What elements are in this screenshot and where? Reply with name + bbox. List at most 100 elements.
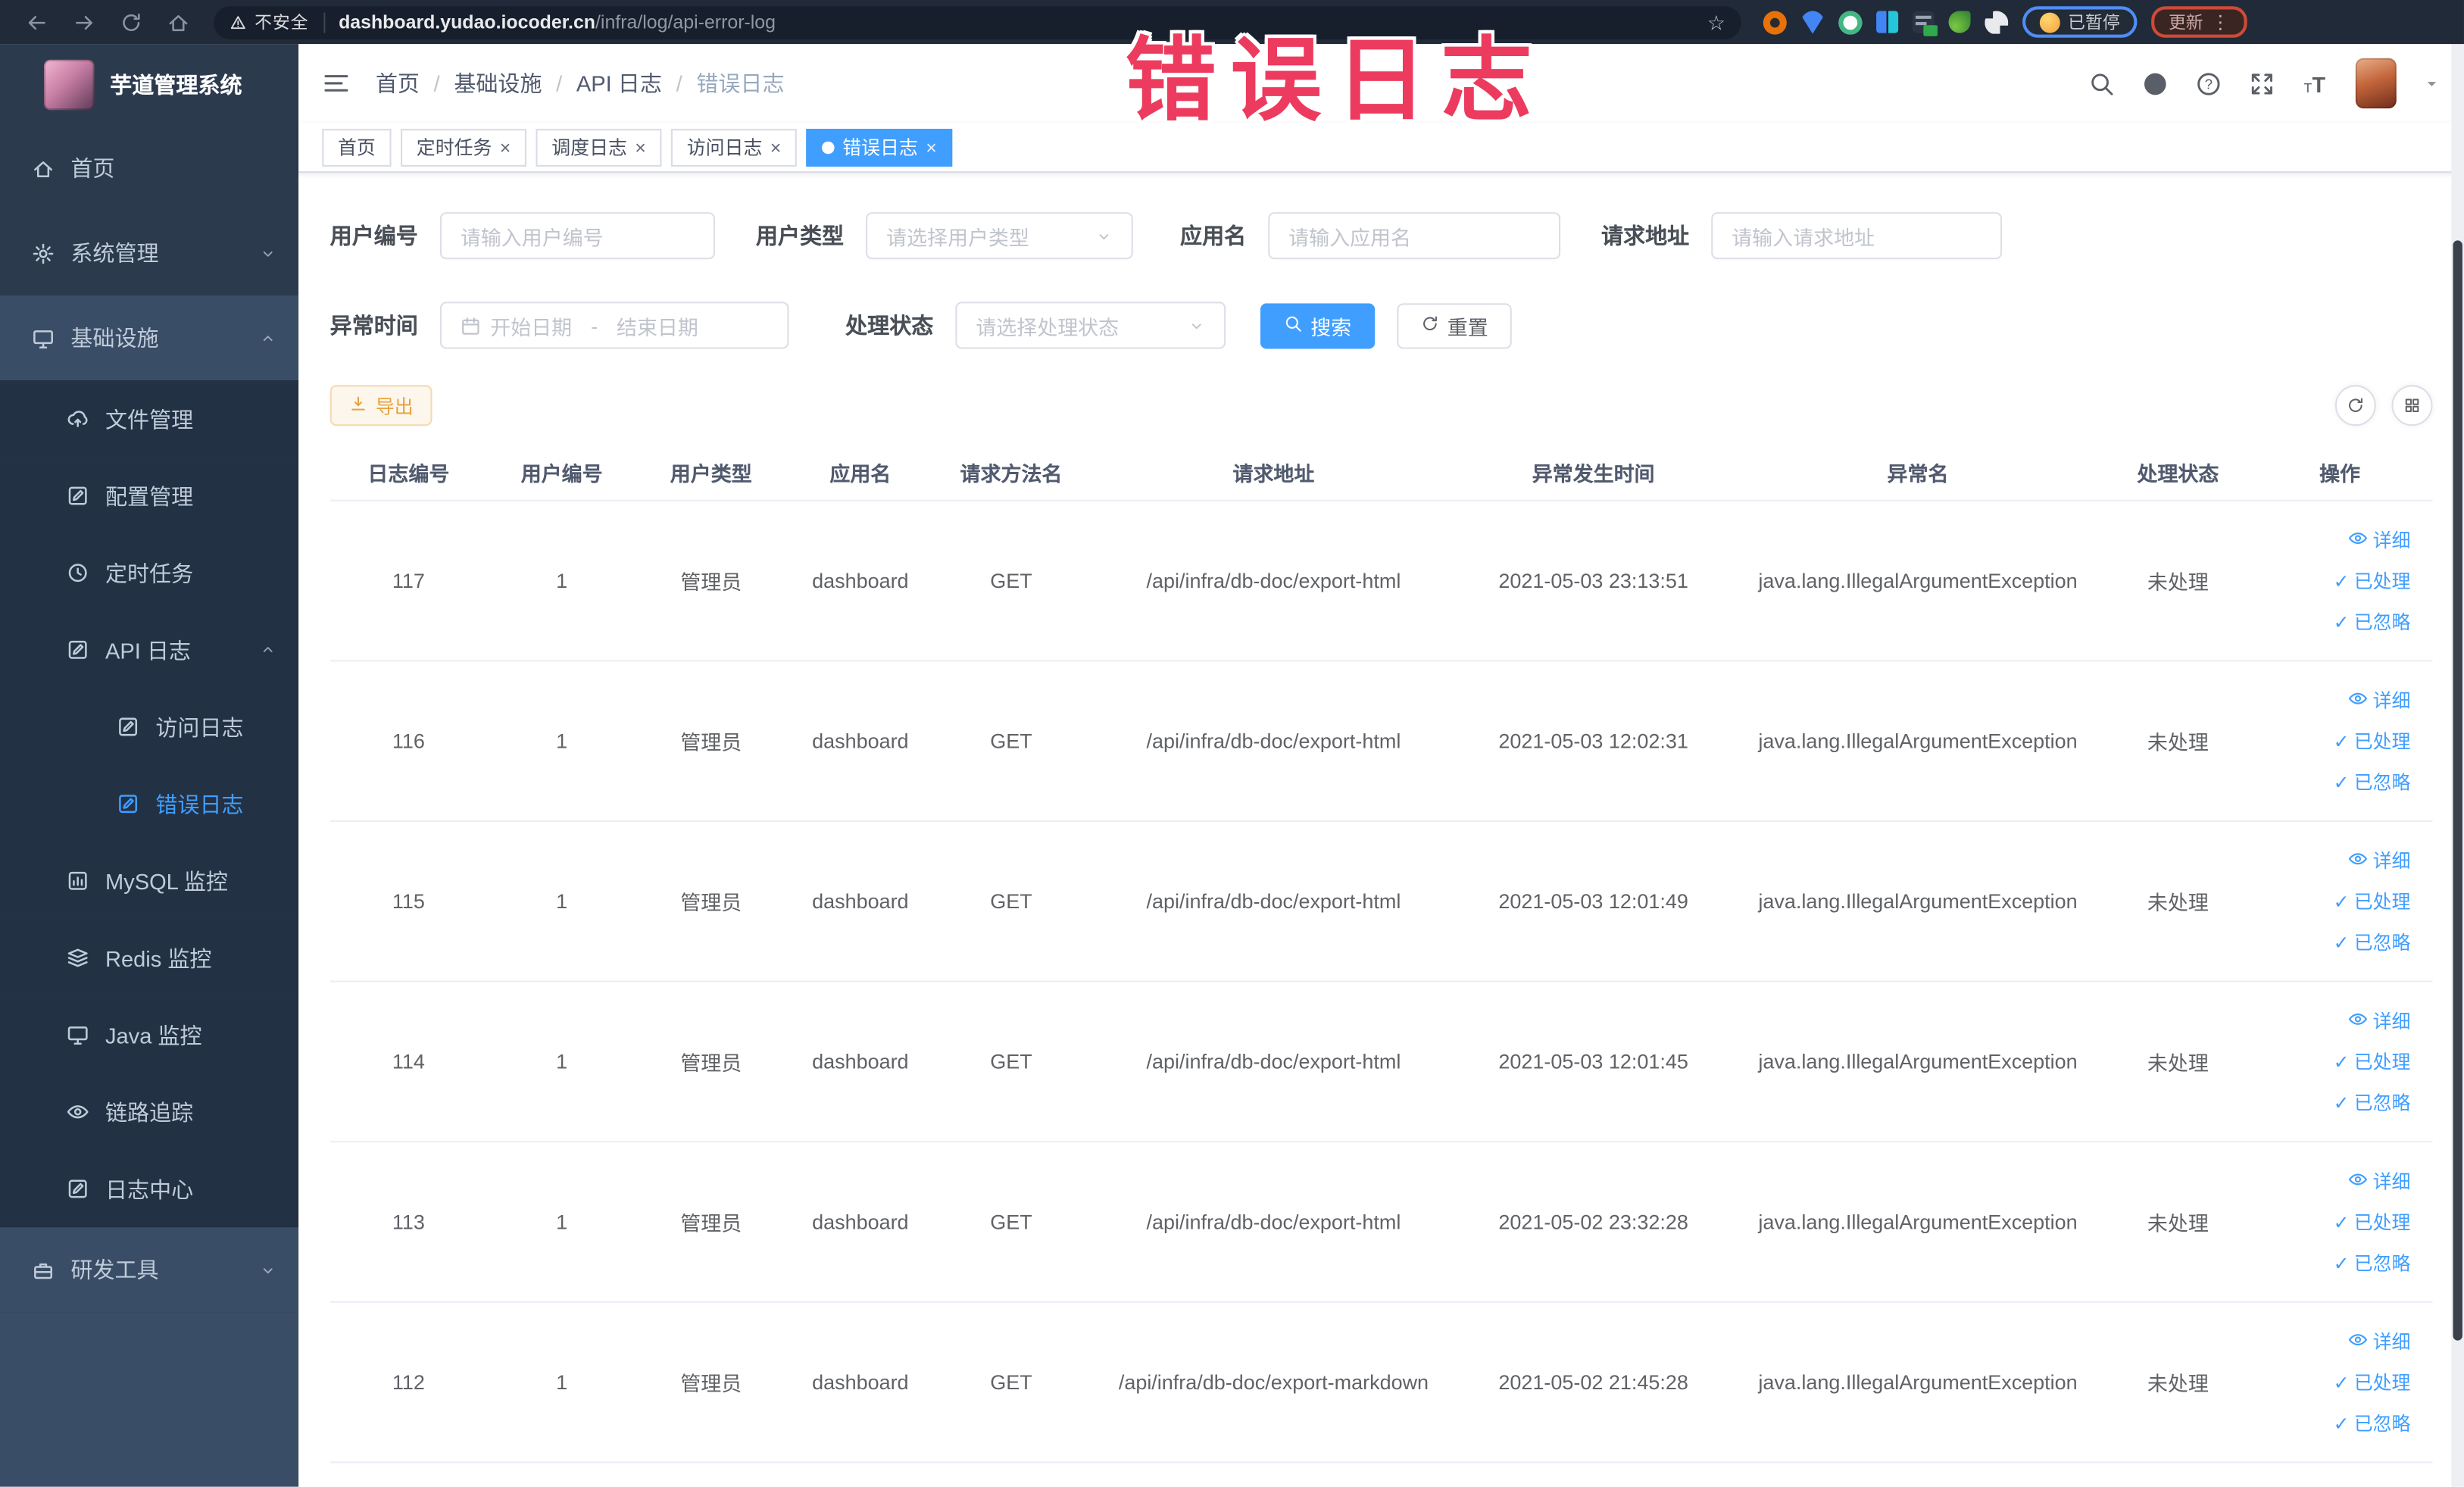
action-ignored[interactable]: ✓ 已忽略 bbox=[2334, 1249, 2411, 1276]
cell-status: 未处理 bbox=[2147, 1051, 2209, 1076]
breadcrumb-item[interactable]: 错误日志 bbox=[696, 67, 784, 98]
home-icon[interactable] bbox=[161, 5, 195, 39]
tag-tab[interactable]: 定时任务 × bbox=[401, 128, 527, 166]
tab-close-icon[interactable]: × bbox=[926, 138, 937, 157]
sidebar-item[interactable]: MySQL 监控 bbox=[0, 842, 299, 920]
action-detail-label: 详细 bbox=[2372, 850, 2411, 873]
puzzle-extensions-icon[interactable] bbox=[1985, 10, 2009, 34]
search-icon[interactable] bbox=[2088, 70, 2115, 96]
sidebar: 芋道管理系统 首页 系统管理 基础设施 文件管理 配置管理 定时任务 API 日… bbox=[0, 44, 299, 1487]
check-icon: ✓ bbox=[2333, 1211, 2350, 1233]
security-label: 不安全 bbox=[255, 14, 309, 33]
github-icon[interactable] bbox=[2142, 70, 2169, 96]
tag-tab[interactable]: 访问日志 × bbox=[671, 128, 798, 166]
process-status-select[interactable]: 请选择处理状态 bbox=[955, 301, 1226, 349]
sidebar-item[interactable]: 访问日志 bbox=[0, 688, 299, 766]
action-processed[interactable]: ✓ 已处理 bbox=[2334, 567, 2411, 594]
collapse-menu-icon[interactable] bbox=[322, 69, 350, 97]
forward-icon[interactable] bbox=[66, 5, 101, 39]
sidebar-item[interactable]: 首页 bbox=[0, 126, 298, 211]
export-button[interactable]: 导出 bbox=[329, 385, 433, 426]
extension-icon-orange[interactable] bbox=[1763, 10, 1787, 34]
action-detail[interactable]: 详细 bbox=[2347, 1328, 2410, 1354]
sidebar-item[interactable]: 基础设施 bbox=[0, 295, 299, 381]
action-processed[interactable]: ✓ 已处理 bbox=[2334, 728, 2411, 754]
cell-exception-time: 2021-05-02 21:45:28 bbox=[1498, 1370, 1688, 1395]
back-icon[interactable] bbox=[19, 5, 54, 39]
sidebar-item[interactable]: Java 监控 bbox=[0, 996, 299, 1073]
cell-method-name: GET bbox=[990, 889, 1032, 914]
extension-icon-onoff[interactable] bbox=[1912, 11, 1938, 36]
action-ignored[interactable]: ✓ 已忽略 bbox=[2334, 1410, 2411, 1436]
user-avatar[interactable] bbox=[2355, 58, 2397, 109]
tab-close-icon[interactable]: × bbox=[770, 138, 782, 157]
action-processed[interactable]: ✓ 已处理 bbox=[2334, 1048, 2411, 1075]
tab-close-icon[interactable]: × bbox=[500, 138, 511, 157]
sidebar-item[interactable]: Redis 监控 bbox=[0, 919, 299, 997]
sidebar-item[interactable]: 链路追踪 bbox=[0, 1073, 299, 1151]
check-icon: ✓ bbox=[2333, 1251, 2350, 1274]
action-ignored[interactable]: ✓ 已忽略 bbox=[2334, 608, 2411, 635]
sidebar-item[interactable]: API 日志 bbox=[0, 611, 299, 689]
sidebar-item-label: 配置管理 bbox=[105, 483, 194, 509]
action-detail[interactable]: 详细 bbox=[2347, 526, 2410, 553]
refresh-icon-button[interactable] bbox=[2334, 385, 2376, 426]
scrollbar-thumb[interactable] bbox=[2453, 240, 2462, 1341]
page-scrollbar[interactable] bbox=[2451, 44, 2464, 1487]
extension-icon-leaf[interactable] bbox=[1948, 11, 1971, 33]
cell-app-name: dashboard bbox=[812, 889, 909, 914]
action-detail[interactable]: 详细 bbox=[2347, 687, 2410, 714]
user-id-input[interactable]: 请输入用户编号 bbox=[439, 212, 715, 260]
download-icon bbox=[349, 394, 368, 417]
request-url-input[interactable]: 请输入请求地址 bbox=[1711, 212, 2003, 260]
action-ignored[interactable]: ✓ 已忽略 bbox=[2334, 768, 2411, 795]
breadcrumb-item[interactable]: 基础设施 / bbox=[454, 67, 576, 98]
extension-icon-grid[interactable] bbox=[1876, 11, 1899, 33]
action-processed[interactable]: ✓ 已处理 bbox=[2334, 1369, 2411, 1395]
cell-log-id: 113 bbox=[392, 1210, 425, 1234]
action-ignored[interactable]: ✓ 已忽略 bbox=[2334, 929, 2411, 955]
action-processed[interactable]: ✓ 已处理 bbox=[2334, 888, 2411, 914]
paused-badge[interactable]: 已暂停 bbox=[2022, 6, 2138, 38]
search-button[interactable]: 搜索 bbox=[1260, 302, 1376, 348]
column-settings-icon-button[interactable] bbox=[2391, 385, 2433, 426]
fullscreen-icon[interactable] bbox=[2249, 70, 2275, 96]
tag-tab[interactable]: 首页 × bbox=[322, 128, 392, 166]
sidebar-item[interactable]: 文件管理 bbox=[0, 380, 299, 458]
action-ignored[interactable]: ✓ 已忽略 bbox=[2334, 1089, 2411, 1116]
cell-method-name: GET bbox=[990, 1049, 1032, 1073]
action-detail[interactable]: 详细 bbox=[2347, 847, 2410, 873]
exception-time-range-picker[interactable]: 开始日期 - 结束日期 bbox=[439, 301, 789, 349]
sidebar-item[interactable]: 日志中心 bbox=[0, 1150, 299, 1228]
check-icon: ✓ bbox=[2333, 610, 2350, 633]
sidebar-item[interactable]: 错误日志 bbox=[0, 765, 299, 842]
bookmark-star-icon[interactable]: ☆ bbox=[1707, 12, 1725, 33]
help-icon[interactable]: ? bbox=[2195, 70, 2222, 96]
sidebar-item[interactable]: 系统管理 bbox=[0, 211, 298, 295]
breadcrumb-item[interactable]: 首页 / bbox=[376, 67, 454, 98]
reload-icon[interactable] bbox=[113, 5, 148, 39]
sidebar-item[interactable]: 研发工具 bbox=[0, 1227, 299, 1313]
font-size-icon[interactable]: TT bbox=[2302, 70, 2328, 97]
tag-tab[interactable]: 调度日志 × bbox=[536, 128, 662, 166]
tag-tab[interactable]: 错误日志 × bbox=[806, 128, 953, 166]
action-detail[interactable]: 详细 bbox=[2347, 1007, 2410, 1034]
user-type-select[interactable]: 请选择用户类型 bbox=[866, 212, 1133, 260]
vue-devtools-icon[interactable] bbox=[1838, 10, 1863, 34]
update-badge[interactable]: 更新 ⋮ bbox=[2151, 6, 2247, 38]
tab-close-icon[interactable]: × bbox=[635, 138, 646, 157]
reset-button[interactable]: 重置 bbox=[1397, 302, 1512, 348]
browser-menu-icon[interactable]: ⋮ bbox=[2211, 11, 2230, 33]
sidebar-item[interactable]: 配置管理 bbox=[0, 457, 299, 535]
header-actions: ? TT bbox=[2088, 58, 2441, 109]
extension-icon-shield[interactable] bbox=[1800, 10, 1825, 34]
action-processed[interactable]: ✓ 已处理 bbox=[2334, 1208, 2411, 1235]
request-url-label: 请求地址 bbox=[1601, 223, 1690, 248]
app-name-input[interactable]: 请输入应用名 bbox=[1268, 212, 1561, 260]
security-warning-icon[interactable] bbox=[230, 14, 247, 31]
chevron-down-icon[interactable] bbox=[2423, 75, 2441, 92]
action-detail[interactable]: 详细 bbox=[2347, 1167, 2410, 1194]
app-logo[interactable]: 芋道管理系统 bbox=[0, 44, 298, 126]
sidebar-item[interactable]: 定时任务 bbox=[0, 534, 299, 612]
breadcrumb-item[interactable]: API 日志 / bbox=[576, 67, 696, 98]
